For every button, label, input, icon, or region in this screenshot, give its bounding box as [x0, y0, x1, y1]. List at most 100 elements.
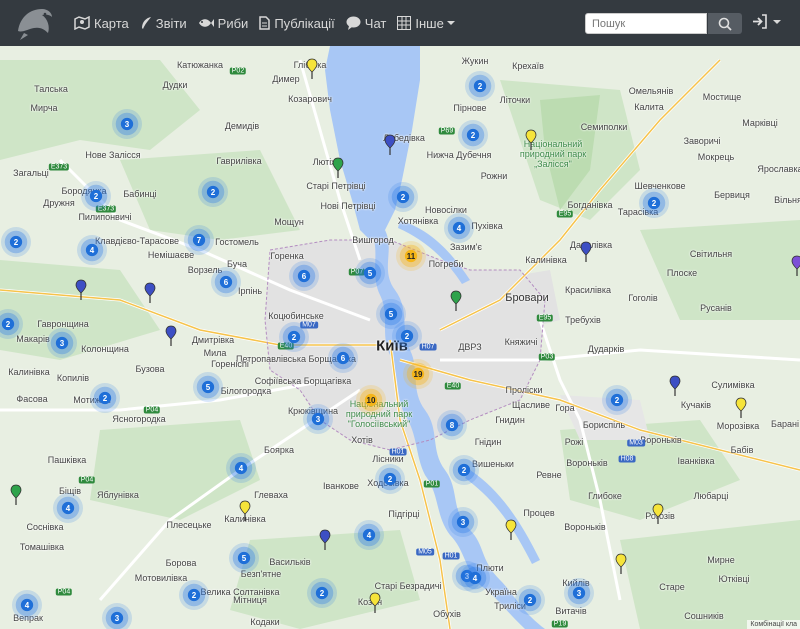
place-label: Русанів: [700, 303, 732, 313]
marker-cluster[interactable]: 2: [458, 120, 488, 150]
map-pin-icon[interactable]: [369, 592, 381, 614]
marker-cluster[interactable]: 5: [229, 543, 259, 573]
map-pin-icon[interactable]: [332, 157, 344, 179]
place-label: Рожни: [480, 171, 508, 181]
marker-cluster[interactable]: 4: [12, 590, 42, 620]
marker-cluster[interactable]: 2: [515, 585, 545, 615]
map-pin-icon[interactable]: [615, 553, 627, 575]
map-pin-icon[interactable]: [652, 503, 664, 525]
marker-cluster[interactable]: 4: [226, 453, 256, 483]
cluster-count: 4: [366, 530, 372, 540]
search-button[interactable]: [708, 13, 742, 34]
place-label: Хотів: [351, 435, 373, 445]
map-pin-icon[interactable]: [525, 129, 537, 151]
cluster-count: 2: [191, 590, 197, 600]
marker-cluster[interactable]: 2: [449, 455, 479, 485]
marker-cluster[interactable]: 6: [328, 343, 358, 373]
place-label: Мирча: [30, 103, 58, 113]
marker-cluster[interactable]: 2: [198, 177, 228, 207]
marker-cluster[interactable]: 11: [396, 241, 426, 271]
cluster-count: 4: [238, 463, 244, 473]
place-label: Димер: [272, 74, 300, 84]
map-pin-icon[interactable]: [450, 290, 462, 312]
marker-cluster[interactable]: 19: [403, 359, 433, 389]
map-canvas[interactable]: КатюжанкаДимерГлібівкаКозаровичЛебедівка…: [0, 46, 800, 629]
nav-item-reports[interactable]: Звіти: [140, 16, 187, 31]
place-label: Бузова: [135, 364, 165, 374]
marker-cluster[interactable]: 2: [465, 71, 495, 101]
marker-cluster[interactable]: 2: [307, 578, 337, 608]
map-attribution[interactable]: Комбінації кла: [747, 620, 800, 629]
place-label: Україна: [485, 587, 517, 597]
map-pin-icon[interactable]: [580, 241, 592, 263]
map-pin-icon[interactable]: [144, 282, 156, 304]
marker-cluster[interactable]: 3: [102, 603, 132, 629]
map-pin-icon[interactable]: [165, 325, 177, 347]
map-pin-icon[interactable]: [239, 500, 251, 522]
marker-cluster[interactable]: 2: [90, 383, 120, 413]
cluster-count: 2: [319, 588, 325, 598]
cluster-count: 2: [470, 130, 476, 140]
marker-cluster[interactable]: 6: [289, 261, 319, 291]
place-label: Софіївська Борщагівка: [254, 376, 352, 386]
marker-cluster[interactable]: 4: [77, 235, 107, 265]
map-pin-icon[interactable]: [735, 397, 747, 419]
place-label: Ірпінь: [237, 286, 263, 296]
map-pin-icon[interactable]: [669, 375, 681, 397]
marker-cluster[interactable]: 2: [1, 227, 31, 257]
marker-cluster[interactable]: 3: [47, 328, 77, 358]
map-pin-icon[interactable]: [319, 529, 331, 551]
marker-cluster[interactable]: 2: [392, 321, 422, 351]
marker-cluster[interactable]: 2: [179, 580, 209, 610]
nav-item-map[interactable]: Карта: [74, 16, 129, 31]
map-pin-icon[interactable]: [384, 134, 396, 156]
marker-cluster[interactable]: 3: [303, 404, 333, 434]
place-label: Лісники: [372, 454, 404, 464]
marker-cluster[interactable]: 3: [448, 507, 478, 537]
marker-cluster[interactable]: 2: [375, 464, 405, 494]
marker-cluster[interactable]: 4: [460, 563, 490, 593]
marker-cluster[interactable]: 2: [81, 181, 111, 211]
place-label: Кучаків: [680, 400, 712, 410]
marker-cluster[interactable]: 6: [211, 267, 241, 297]
place-label: Богданівка: [567, 200, 613, 210]
cluster-count: 2: [102, 393, 108, 403]
marker-cluster[interactable]: 2: [279, 322, 309, 352]
place-label: Мотовилівка: [134, 573, 188, 583]
place-label: Крехаїв: [512, 61, 544, 71]
marker-cluster[interactable]: 10: [356, 385, 386, 415]
place-label: Дударків: [587, 344, 625, 354]
marker-cluster[interactable]: 3: [112, 109, 142, 139]
nav-item-other-dropdown[interactable]: Інше: [397, 16, 455, 31]
marker-cluster[interactable]: 4: [444, 213, 474, 243]
login-dropdown[interactable]: [752, 14, 781, 29]
marker-cluster[interactable]: 2: [388, 182, 418, 212]
place-label: Пашківка: [47, 455, 87, 465]
site-logo-icon[interactable]: [14, 3, 56, 43]
marker-cluster[interactable]: 4: [354, 520, 384, 550]
marker-cluster[interactable]: 8: [437, 410, 467, 440]
marker-cluster[interactable]: 5: [355, 258, 385, 288]
marker-cluster[interactable]: 7: [184, 225, 214, 255]
map-pin-icon[interactable]: [10, 484, 22, 506]
marker-cluster[interactable]: 2: [639, 188, 669, 218]
marker-cluster[interactable]: 5: [193, 372, 223, 402]
nav-item-fish[interactable]: Риби: [198, 16, 248, 31]
map-pin-icon[interactable]: [791, 255, 800, 277]
search-input[interactable]: [585, 13, 707, 34]
map-pin-icon[interactable]: [75, 279, 87, 301]
nav-item-chat[interactable]: Чат: [346, 16, 386, 31]
place-label: Гнидин: [495, 415, 525, 425]
place-label: Пилипонвичі: [78, 212, 132, 222]
nav-item-publications[interactable]: Публікації: [259, 16, 335, 31]
marker-cluster[interactable]: 4: [53, 493, 83, 523]
road-shield: M05: [416, 548, 434, 556]
map-pin-icon[interactable]: [505, 519, 517, 541]
marker-cluster[interactable]: 3: [564, 578, 594, 608]
marker-cluster[interactable]: 2: [602, 385, 632, 415]
place-label: Мокрець: [697, 152, 735, 162]
place-label: Проліски: [505, 385, 543, 395]
place-label: Хотянівка: [397, 216, 439, 226]
map-pin-icon[interactable]: [306, 58, 318, 80]
place-label: Глеваха: [254, 490, 288, 500]
